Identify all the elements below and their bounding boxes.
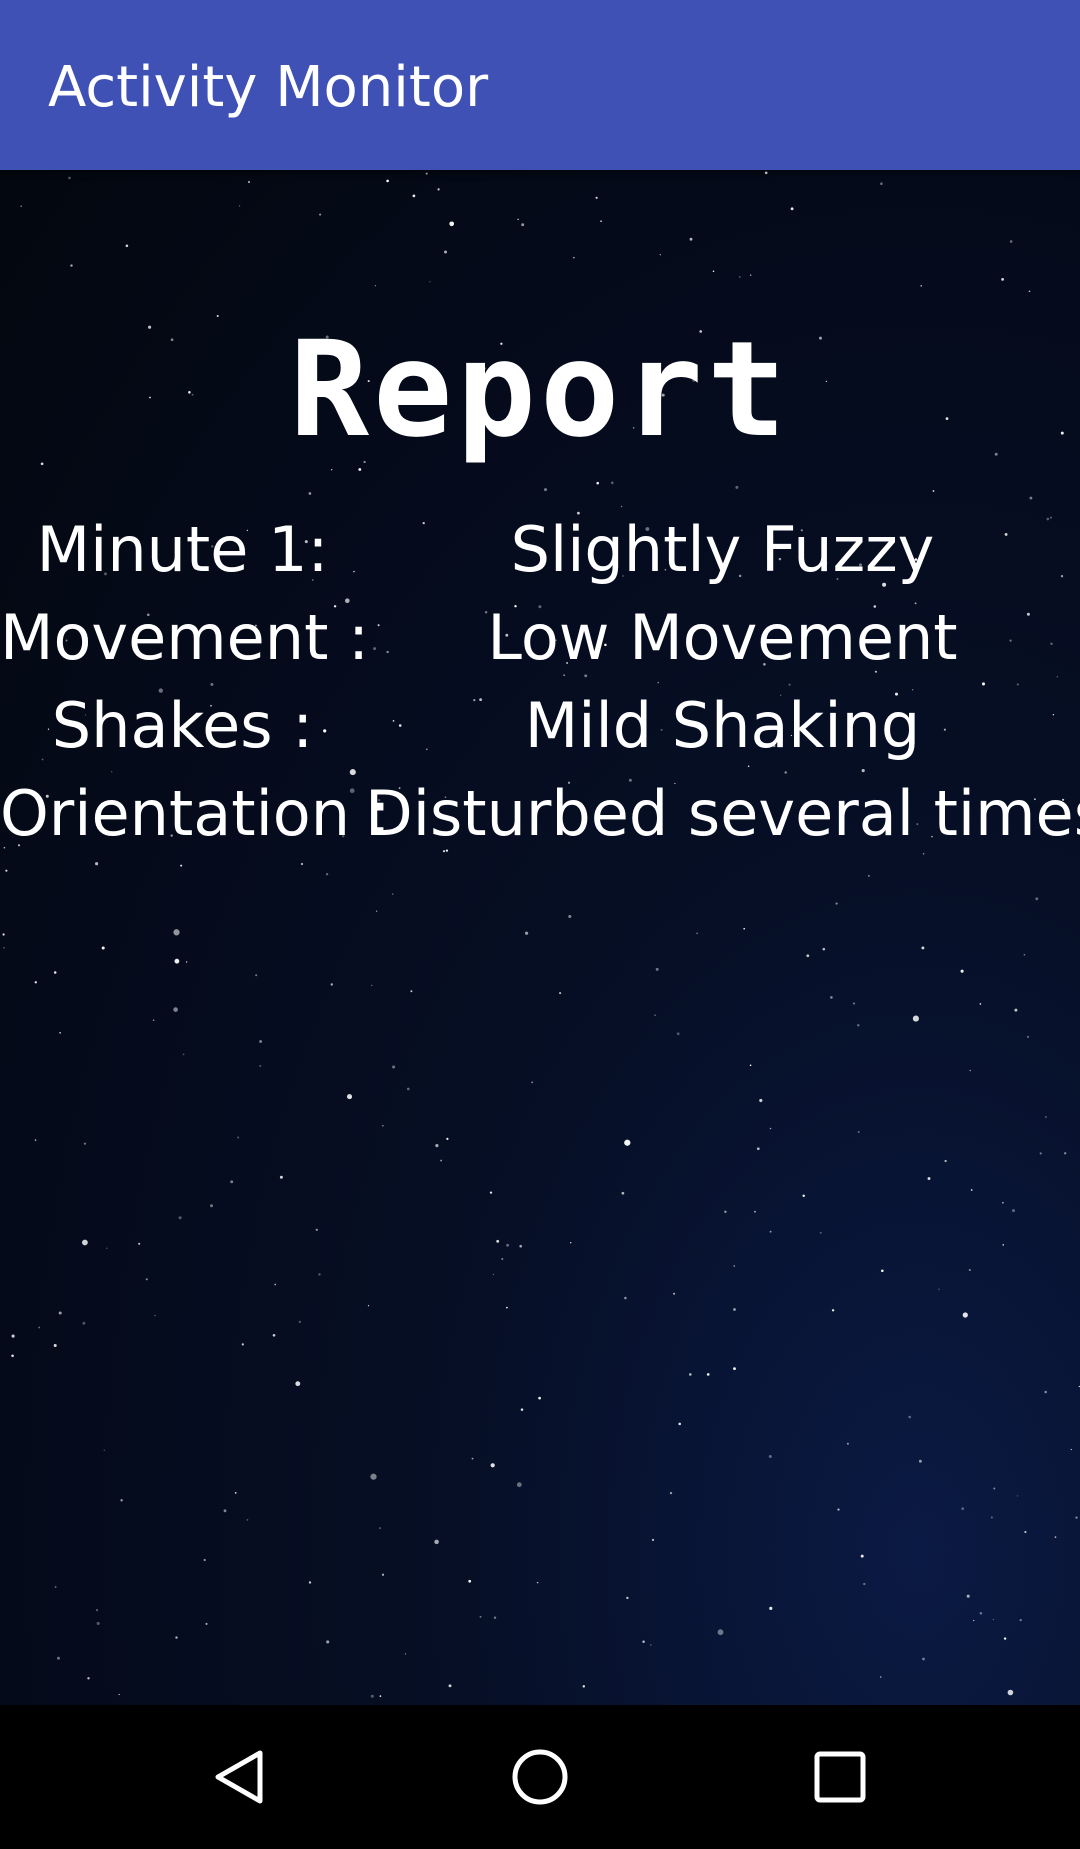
movement-label: Movement : (0, 601, 370, 674)
report-row-minute: Minute 1: Slightly Fuzzy (0, 510, 1080, 590)
report-row-shakes: Shakes : Mild Shaking (0, 686, 1080, 766)
report-row-movement: Movement : Low Movement (0, 598, 1080, 678)
back-icon[interactable] (210, 1747, 270, 1807)
movement-value: Low Movement (487, 601, 958, 674)
shakes-label: Shakes : (51, 689, 314, 762)
report-row-orientation: Orientation : Disturbed several times (0, 774, 1080, 854)
minute-value: Slightly Fuzzy (510, 513, 935, 586)
report-heading: Report (289, 313, 791, 467)
app-title: Activity Monitor (48, 55, 489, 120)
orientation-label: Orientation : (0, 777, 391, 850)
minute-label: Minute 1: (36, 513, 329, 586)
recents-icon[interactable] (810, 1747, 870, 1807)
home-icon[interactable] (510, 1747, 570, 1807)
orientation-value: Disturbed several times (365, 777, 1080, 850)
app-bar: Activity Monitor (0, 0, 1080, 170)
report-screen: Report Minute 1: Slightly Fuzzy Movement… (0, 170, 1080, 1705)
navigation-bar (0, 1705, 1080, 1849)
shakes-value: Mild Shaking (524, 689, 921, 762)
